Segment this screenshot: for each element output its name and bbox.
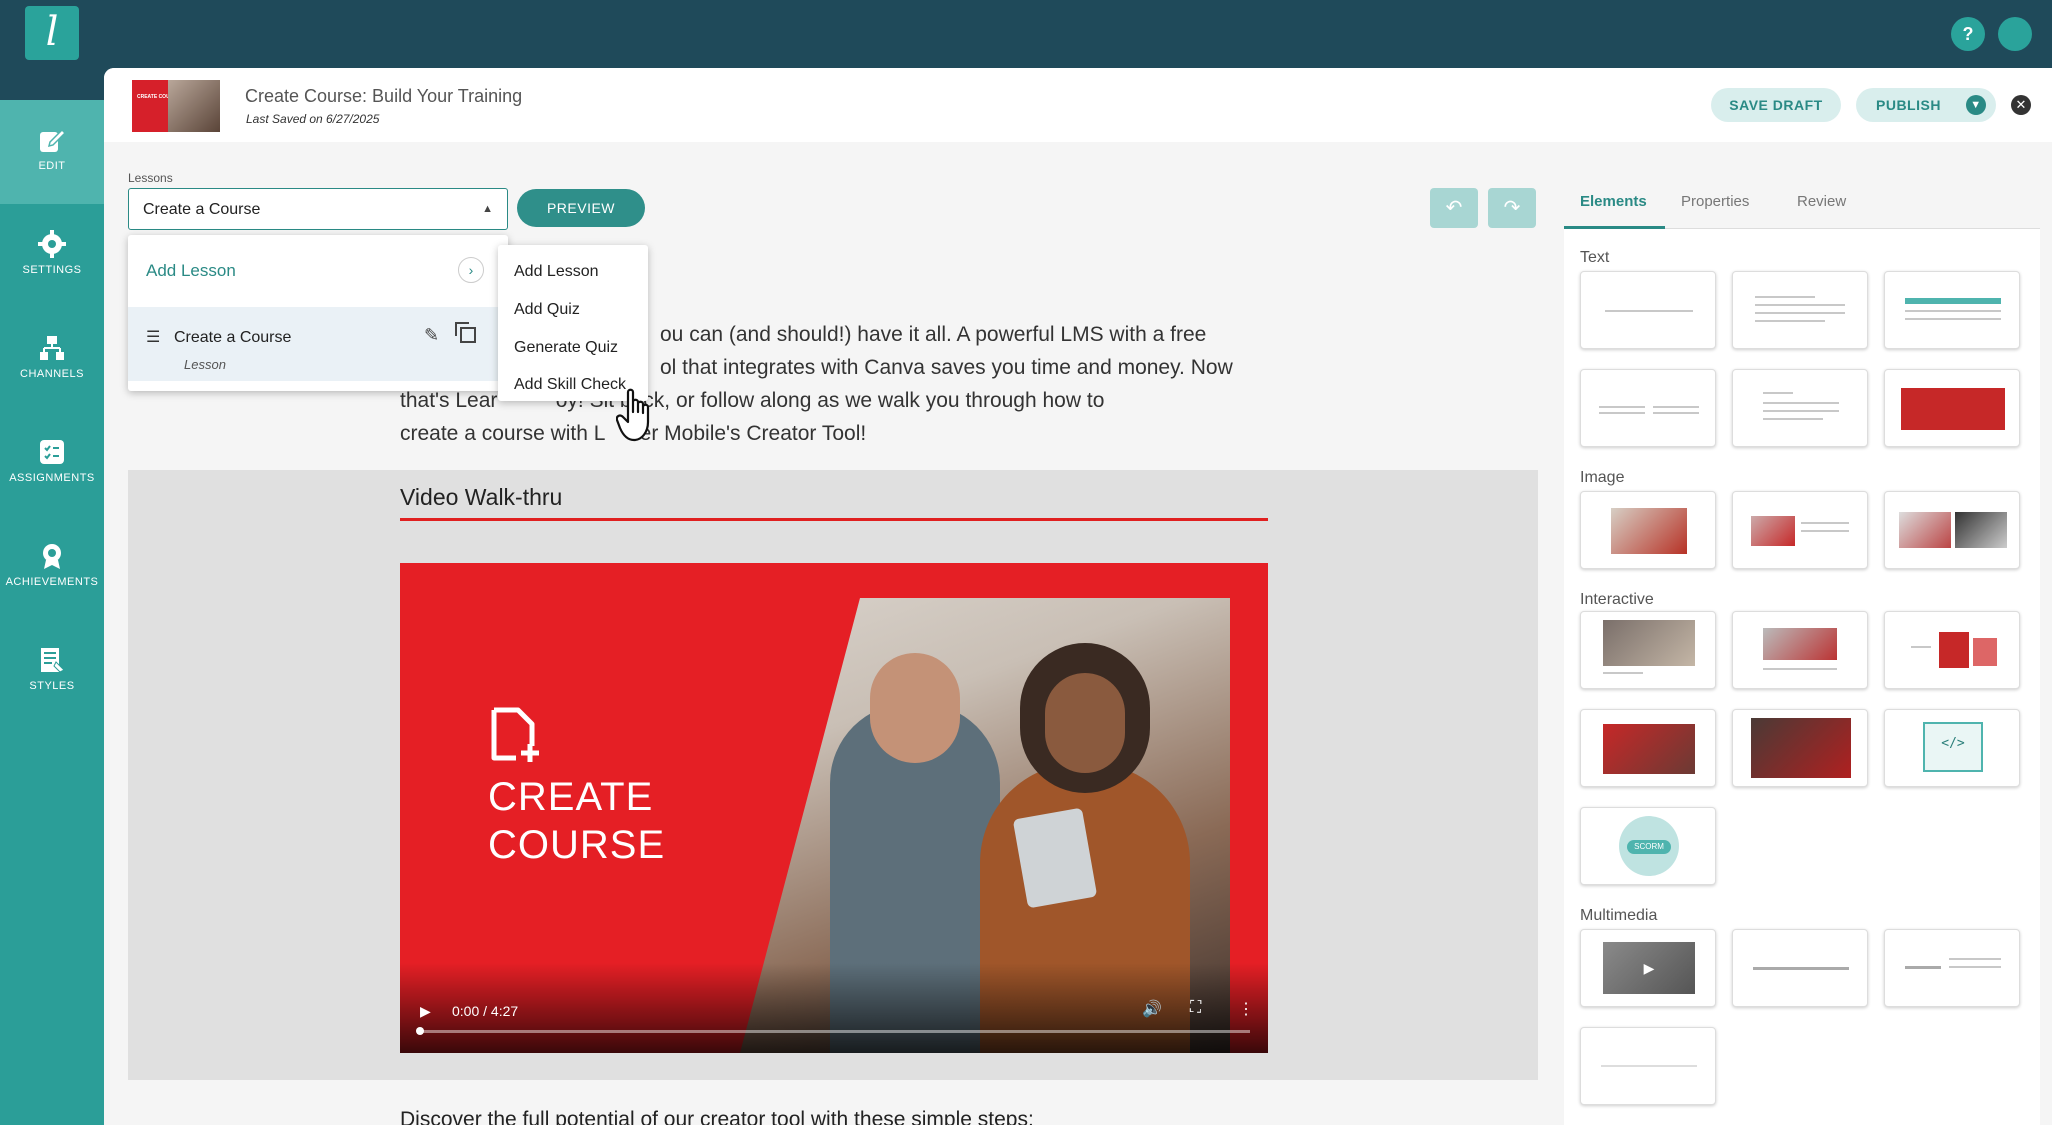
nav-channels[interactable]: CHANNELS <box>0 308 104 412</box>
play-icon[interactable]: ▶ <box>420 1003 431 1020</box>
nav-styles[interactable]: STYLES <box>0 620 104 724</box>
menu-item-generate-quiz[interactable]: Generate Quiz <box>514 339 618 357</box>
element-tile[interactable] <box>1580 709 1716 787</box>
tab-review[interactable]: Review <box>1797 193 1846 210</box>
element-tile[interactable] <box>1732 491 1868 569</box>
nav-assignments[interactable]: ASSIGNMENTS <box>0 412 104 516</box>
element-tile[interactable] <box>1580 369 1716 447</box>
discover-text[interactable]: Discover the full potential of our creat… <box>400 1108 1034 1125</box>
lesson-dropdown-panel: Add Lesson › ☰ Create a Course Lesson ✎ <box>128 235 508 391</box>
assignments-icon <box>40 440 64 464</box>
duplicate-icon[interactable] <box>455 322 476 343</box>
video-section[interactable]: Video Walk-thru CREATE COURSE ▶ 0:00 / 4… <box>128 470 1538 1080</box>
video-player[interactable]: CREATE COURSE ▶ 0:00 / 4:27 🔊 ⛶ ⋮ <box>400 563 1268 1053</box>
menu-item-add-lesson[interactable]: Add Lesson <box>514 263 599 281</box>
element-tile[interactable] <box>1732 709 1868 787</box>
add-lesson-link[interactable]: Add Lesson <box>146 261 236 281</box>
element-tile[interactable] <box>1884 369 2020 447</box>
save-draft-button[interactable]: SAVE DRAFT <box>1711 88 1841 122</box>
preview-button[interactable]: PREVIEW <box>517 189 645 227</box>
nav-edit[interactable]: EDIT <box>0 100 104 204</box>
undo-button[interactable]: ↶ <box>1430 188 1478 228</box>
award-icon <box>43 544 61 569</box>
undo-icon: ↶ <box>1445 197 1463 219</box>
element-tile[interactable] <box>1884 271 2020 349</box>
lessons-label: Lessons <box>128 171 173 185</box>
section-image: Image <box>1580 469 1625 486</box>
add-file-icon <box>491 707 539 762</box>
code-icon: </> <box>1923 722 1983 772</box>
menu-item-add-quiz[interactable]: Add Quiz <box>514 301 580 319</box>
gear-icon <box>38 230 66 258</box>
nav-achievements[interactable]: ACHIEVEMENTS <box>0 516 104 620</box>
close-icon[interactable]: ✕ <box>2011 95 2031 115</box>
tab-properties[interactable]: Properties <box>1681 193 1749 210</box>
course-thumbnail: CREATE COURSE <box>132 80 220 132</box>
pencil-icon[interactable]: ✎ <box>424 325 439 346</box>
progress-handle[interactable] <box>416 1027 424 1035</box>
section-multimedia: Multimedia <box>1580 907 1658 924</box>
user-avatar[interactable] <box>1998 17 2032 51</box>
lesson-select[interactable]: Create a Course ▲ <box>128 188 508 230</box>
caret-up-icon: ▲ <box>482 203 493 215</box>
publish-button[interactable]: PUBLISH ▼ <box>1856 88 1996 122</box>
element-tile[interactable] <box>1580 271 1716 349</box>
element-tile[interactable] <box>1884 611 2020 689</box>
channels-icon <box>40 336 64 360</box>
redo-icon: ↷ <box>1503 197 1521 219</box>
video-time: 0:00 / 4:27 <box>452 1003 519 1019</box>
element-tile[interactable]: </> <box>1884 709 2020 787</box>
redo-button[interactable]: ↷ <box>1488 188 1536 228</box>
side-navigation: EDIT SETTINGS CHANNELS ASSIGNMENTS ACHIE… <box>0 100 104 1125</box>
element-tile[interactable] <box>1580 1027 1716 1105</box>
tab-elements[interactable]: Elements <box>1580 193 1647 210</box>
top-bar: l ? <box>0 0 2052 68</box>
section-text: Text <box>1580 249 1610 266</box>
element-tile[interactable] <box>1884 491 2020 569</box>
element-tile[interactable] <box>1732 369 1868 447</box>
element-tile[interactable] <box>1884 929 2020 1007</box>
element-tile[interactable] <box>1732 271 1868 349</box>
lesson-row[interactable]: ☰ Create a Course Lesson ✎ <box>128 307 508 381</box>
menu-item-add-skill-check[interactable]: Add Skill Check <box>514 376 626 394</box>
course-header: CREATE COURSE Create Course: Build Your … <box>104 68 2052 142</box>
section-interactive: Interactive <box>1580 591 1654 608</box>
fullscreen-icon[interactable]: ⛶ <box>1190 999 1201 1017</box>
element-tile[interactable] <box>1732 611 1868 689</box>
styles-icon <box>41 648 65 673</box>
help-button[interactable]: ? <box>1951 17 1985 51</box>
hand-cursor-icon <box>616 388 650 442</box>
scorm-icon: SCORM <box>1619 816 1679 876</box>
elements-panel: Text Image Interactive </> SCORM Multime… <box>1564 229 2040 1125</box>
video-title: CREATE COURSE <box>488 775 666 867</box>
edit-icon <box>40 128 66 152</box>
element-tile[interactable] <box>1580 611 1716 689</box>
add-submenu: Add Lesson Add Quiz Generate Quiz Add Sk… <box>498 245 648 401</box>
nav-settings[interactable]: SETTINGS <box>0 204 104 308</box>
video-heading: Video Walk-thru <box>400 484 563 510</box>
app-logo[interactable]: l <box>25 6 79 60</box>
drag-handle-icon[interactable]: ☰ <box>146 327 160 347</box>
element-tile[interactable]: SCORM <box>1580 807 1716 885</box>
heading-underline <box>400 518 1268 521</box>
element-tile[interactable]: ▶ <box>1580 929 1716 1007</box>
video-progress-bar[interactable] <box>418 1030 1250 1033</box>
chevron-right-icon[interactable]: › <box>458 257 484 283</box>
more-options-icon[interactable]: ⋮ <box>1238 999 1254 1019</box>
video-thumb-icon: ▶ <box>1603 942 1695 994</box>
element-tile[interactable] <box>1732 929 1868 1007</box>
chevron-down-icon[interactable]: ▼ <box>1966 95 1986 115</box>
volume-icon[interactable]: 🔊 <box>1142 999 1162 1019</box>
last-saved-text: Last Saved on 6/27/2025 <box>246 112 380 126</box>
course-title: Create Course: Build Your Training <box>245 86 523 106</box>
element-tile[interactable] <box>1580 491 1716 569</box>
